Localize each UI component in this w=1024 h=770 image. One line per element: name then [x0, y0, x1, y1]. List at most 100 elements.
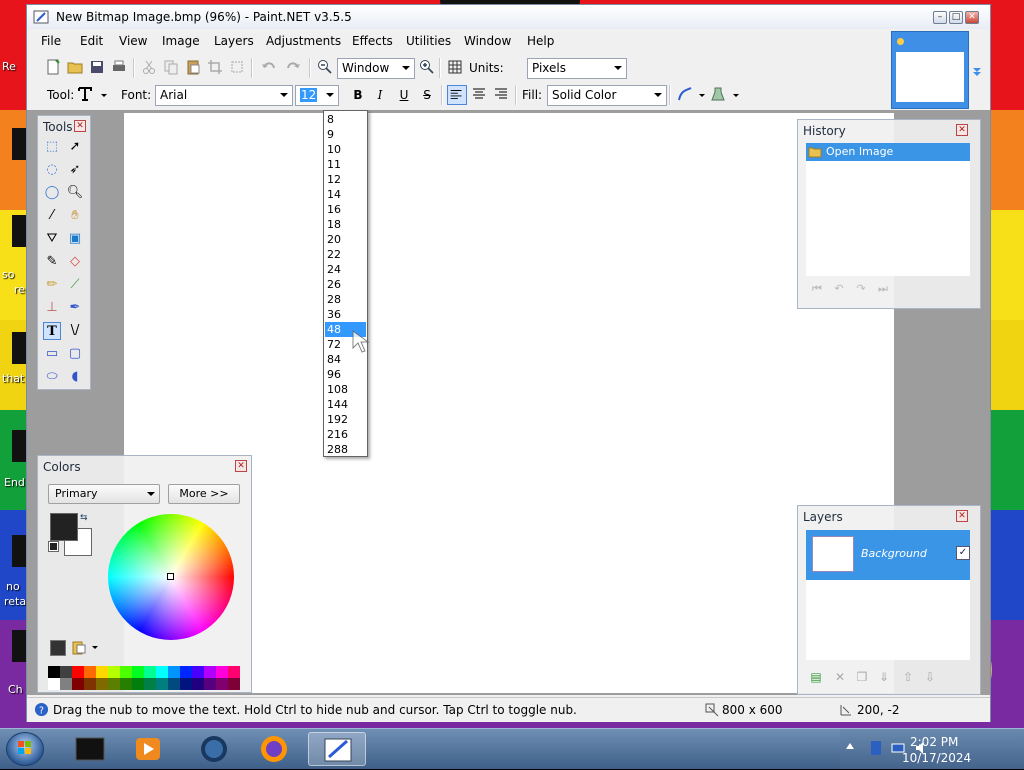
- title-bar[interactable]: New Bitmap Image.bmp (96%) - Paint.NET v…: [27, 5, 990, 29]
- align-center-icon[interactable]: [471, 86, 487, 102]
- chevron-down-icon[interactable]: [92, 646, 98, 649]
- text-tool-icon[interactable]: T: [43, 322, 61, 340]
- taskbar-app-firefox[interactable]: [248, 732, 300, 766]
- font-size-option[interactable]: 24: [325, 262, 366, 277]
- taskbar-app-paintnet[interactable]: [308, 732, 366, 766]
- layer-row[interactable]: Background ✓: [806, 530, 970, 580]
- colors-panel-close-icon[interactable]: ✕: [235, 460, 247, 472]
- font-size-option[interactable]: 22: [325, 247, 366, 262]
- menu-edit[interactable]: Edit: [80, 34, 103, 48]
- layer-visibility-checkbox[interactable]: ✓: [956, 546, 970, 560]
- redo-icon[interactable]: [285, 59, 301, 75]
- thumbnail-scroll-icon[interactable]: [971, 65, 983, 77]
- open-folder-icon[interactable]: [67, 59, 83, 75]
- gradient-tool-icon[interactable]: ▣: [66, 230, 84, 248]
- show-hidden-icons-icon[interactable]: [846, 743, 854, 749]
- eraser-tool-icon[interactable]: ◇: [66, 253, 84, 271]
- clock-time[interactable]: 2:02 PM: [910, 735, 958, 749]
- desktop-label[interactable]: reta: [4, 595, 26, 608]
- font-size-option[interactable]: 11: [325, 157, 366, 172]
- maximize-button[interactable]: □: [949, 11, 963, 24]
- freeform-shape-tool-icon[interactable]: ◖: [66, 368, 84, 386]
- history-item[interactable]: Open Image: [806, 143, 970, 161]
- taskbar-app-terminal[interactable]: [64, 732, 116, 766]
- ellipse-select-tool-icon[interactable]: ◯: [43, 184, 61, 202]
- desktop-label[interactable]: End: [4, 476, 25, 489]
- rounded-rectangle-tool-icon[interactable]: ▢: [66, 345, 84, 363]
- pencil-tool-icon[interactable]: ✏︎: [43, 276, 61, 294]
- font-size-option[interactable]: 96: [325, 367, 366, 382]
- tray-app-icon[interactable]: [868, 740, 884, 756]
- font-size-option[interactable]: 144: [325, 397, 366, 412]
- align-left-icon[interactable]: [447, 85, 467, 105]
- desktop-icon[interactable]: [12, 430, 26, 462]
- menu-window[interactable]: Window: [464, 34, 511, 48]
- font-size-option[interactable]: 10: [325, 142, 366, 157]
- close-button[interactable]: ✕: [965, 11, 979, 24]
- desktop-icon[interactable]: [12, 128, 26, 160]
- font-size-option[interactable]: 8: [325, 112, 366, 127]
- font-size-option[interactable]: 9: [325, 127, 366, 142]
- paintbrush-tool-icon[interactable]: ✎: [43, 253, 61, 271]
- start-button[interactable]: [6, 732, 44, 766]
- font-size-dropdown-list[interactable]: 8 9 10 11 12 14 16 18 20 22 24 26 28 36 48 72 84 96 108 144…: [323, 110, 368, 457]
- font-size-option[interactable]: 192: [325, 412, 366, 427]
- paintnet-app-icon[interactable]: [33, 9, 49, 25]
- menu-utilities[interactable]: Utilities: [406, 34, 451, 48]
- menu-effects[interactable]: Effects: [352, 34, 393, 48]
- paint-bucket-tool-icon[interactable]: ⛛: [43, 230, 61, 248]
- print-icon[interactable]: [111, 59, 127, 75]
- underline-button[interactable]: U: [395, 86, 413, 104]
- cut-icon[interactable]: [141, 59, 157, 75]
- font-size-option[interactable]: 18: [325, 217, 366, 232]
- zoom-out-icon[interactable]: [317, 59, 333, 75]
- strikethrough-button[interactable]: S: [418, 86, 436, 104]
- blend-mode-icon[interactable]: [710, 86, 726, 102]
- chevron-down-icon[interactable]: [699, 94, 705, 97]
- font-size-option[interactable]: 36: [325, 307, 366, 322]
- move-layer-down-icon[interactable]: ⇩: [922, 670, 938, 686]
- font-combo[interactable]: Arial: [155, 85, 293, 106]
- antialias-icon[interactable]: [677, 86, 693, 102]
- taskbar-app-media-player[interactable]: [122, 732, 174, 766]
- history-panel-close-icon[interactable]: ✕: [956, 124, 968, 136]
- tools-panel-close-icon[interactable]: ✕: [74, 120, 86, 132]
- fast-forward-icon[interactable]: ⏭: [876, 282, 890, 296]
- font-size-option[interactable]: 20: [325, 232, 366, 247]
- crop-icon[interactable]: [207, 59, 223, 75]
- move-layer-up-icon[interactable]: ⇧: [900, 670, 916, 686]
- clone-stamp-tool-icon[interactable]: ⊥: [43, 299, 61, 317]
- font-size-option[interactable]: 84: [325, 352, 366, 367]
- reset-colors-icon[interactable]: [48, 541, 59, 552]
- copy-icon[interactable]: [163, 59, 179, 75]
- font-size-combo[interactable]: 12: [295, 85, 339, 106]
- rewind-icon[interactable]: ⏮: [810, 282, 824, 296]
- desktop-label[interactable]: Re: [2, 60, 16, 73]
- layers-panel-close-icon[interactable]: ✕: [956, 510, 968, 522]
- merge-layer-icon[interactable]: ⇓: [876, 670, 892, 686]
- clock-date[interactable]: 10/17/2024: [902, 751, 971, 765]
- more-colors-button[interactable]: More >>: [168, 484, 240, 504]
- move-selected-tool-icon[interactable]: ➶: [66, 161, 84, 179]
- delete-layer-icon[interactable]: ✕: [832, 670, 848, 686]
- undo-history-icon[interactable]: ↶: [832, 282, 846, 296]
- font-size-option[interactable]: 108: [325, 382, 366, 397]
- duplicate-layer-icon[interactable]: ❐: [854, 670, 870, 686]
- add-layer-icon[interactable]: ▤: [808, 670, 824, 686]
- color-palette[interactable]: [48, 666, 240, 690]
- bold-button[interactable]: B: [349, 86, 367, 104]
- desktop-icon[interactable]: [12, 215, 26, 247]
- recolor-tool-icon[interactable]: ✒︎: [66, 299, 84, 317]
- desktop-label[interactable]: so: [2, 268, 14, 281]
- font-size-option[interactable]: 12: [325, 172, 366, 187]
- desktop-label[interactable]: no: [6, 580, 20, 593]
- magic-wand-tool-icon[interactable]: ⁄: [43, 207, 61, 225]
- color-picker-tool-icon[interactable]: ⟋: [66, 276, 84, 294]
- tool-picker[interactable]: [77, 85, 111, 105]
- font-size-option[interactable]: 216: [325, 427, 366, 442]
- chevron-down-icon[interactable]: [733, 94, 739, 97]
- menu-layers[interactable]: Layers: [214, 34, 254, 48]
- desktop-label[interactable]: re: [14, 283, 25, 296]
- line-curve-tool-icon[interactable]: \/: [66, 322, 84, 340]
- font-size-option[interactable]: 14: [325, 187, 366, 202]
